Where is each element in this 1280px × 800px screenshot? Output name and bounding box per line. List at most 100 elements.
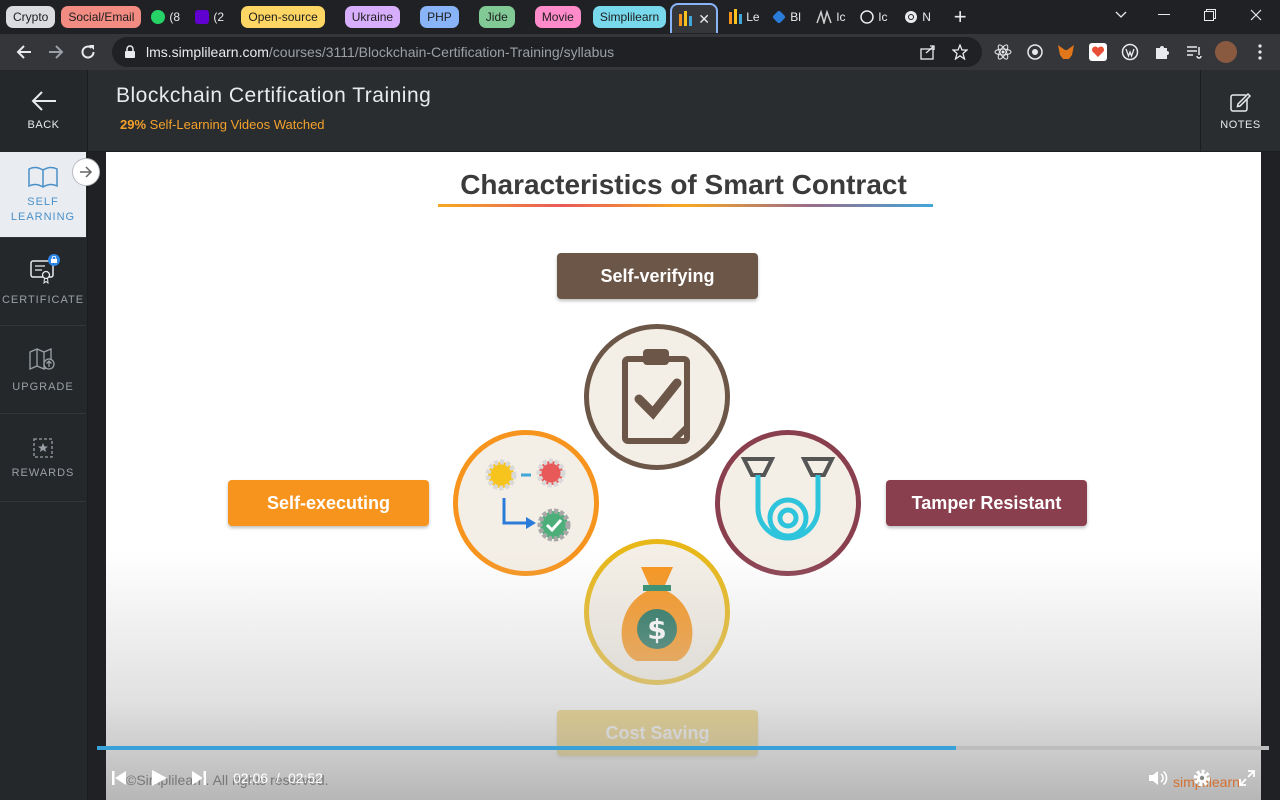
forward-nav-button[interactable] [40,36,72,68]
tab-ic-2[interactable]: Ic [854,3,894,31]
rewards-star-icon [33,437,53,458]
skip-back-button[interactable] [107,766,131,790]
tab-group-social-email[interactable]: Social/Email [61,6,142,28]
reload-button[interactable] [72,36,104,68]
sidebar-item-rewards[interactable]: REWARDS [0,414,86,502]
new-tab-button[interactable]: + [946,3,974,31]
minimize-button[interactable] [1141,0,1187,30]
minimize-icon [1158,14,1170,15]
tab-mail[interactable]: (2 [189,3,229,31]
edit-note-icon [1229,92,1251,112]
tab-group-php[interactable]: PHP [420,6,459,28]
react-devtools-icon[interactable] [993,42,1013,62]
sidebar-item-label: CERTIFICATE [1,293,85,306]
gears-process-icon [453,430,599,576]
browser-toolbar: lms.simplilearn.com/courses/3111/Blockch… [0,34,1280,70]
certificate-icon [28,253,60,286]
sidebar-item-label: REWARDS [11,466,75,479]
share-icon[interactable] [920,44,936,60]
label-tamper-resistant: Tamper Resistant [886,480,1087,526]
back-label: BACK [27,119,60,131]
more-menu-icon[interactable] [1250,42,1270,62]
sidebar-item-certificate[interactable]: CERTIFICATE [0,238,86,326]
course-title: Blockchain Certification Training [116,84,432,107]
tab-ic-2-label: Ic [878,10,888,24]
reload-icon [81,45,95,59]
close-window-button[interactable] [1233,0,1279,30]
arrow-left-icon [31,91,56,111]
lock-icon [125,45,135,58]
tab-group-ukraine[interactable]: Ukraine [344,6,401,28]
tab-group-simplilearn[interactable]: Simplilearn [592,6,667,28]
notes-label: NOTES [1220,119,1261,131]
upgrade-map-icon [29,347,55,370]
record-extension-icon[interactable] [1025,42,1045,62]
play-button[interactable] [147,766,171,790]
tab-group-crypto[interactable]: Crypto [6,6,56,28]
seek-bar[interactable] [97,746,1269,750]
tab-bl[interactable]: Bl [766,3,806,31]
back-nav-button[interactable] [8,36,40,68]
tab-group-jide[interactable]: Jide [478,6,515,28]
gear-icon [1193,769,1211,787]
tab-n-label: N [922,10,931,24]
sidebar-item-upgrade[interactable]: UPGRADE [0,326,86,414]
metamask-fox-icon[interactable] [1056,42,1076,62]
money-bag-icon: $ [584,539,730,685]
extensions-puzzle-icon[interactable] [1152,42,1172,62]
notes-button[interactable]: NOTES [1200,70,1280,152]
video-player[interactable]: Characteristics of Smart Contract Self-v… [106,152,1261,800]
tab-n[interactable]: N [898,3,938,31]
tab-search-button[interactable] [1098,0,1144,30]
close-tab-icon[interactable]: ✕ [698,11,710,28]
profile-avatar[interactable] [1215,41,1237,63]
url-path: /courses/3111/Blockchain-Certification-T… [268,44,615,60]
slide-title: Characteristics of Smart Contract [460,169,907,200]
play-icon [152,770,167,786]
mail-icon [195,10,210,24]
tab-group-open-source[interactable]: Open-source [241,6,325,28]
back-button[interactable]: BACK [0,70,88,152]
skip-forward-button[interactable] [187,766,211,790]
tab-ic-1-label: Ic [836,10,846,24]
tab-le-label: Le [746,10,760,24]
wordpress-icon[interactable] [1120,42,1140,62]
volume-button[interactable] [1146,766,1170,790]
restore-icon [1204,9,1216,21]
tab-strip: Crypto Social/Email (8 (2 Open-source Uk… [0,0,1280,34]
open-book-icon [28,166,58,188]
tab-whatsapp-label: (8 [169,10,181,24]
sidebar-item-label: UPGRADE [12,380,74,393]
chrome-icon [905,11,918,23]
tab-group-movie[interactable]: Movie [534,6,581,28]
playback-time: 02:06 / 02:52 [233,770,323,786]
tab-whatsapp[interactable]: (8 [145,3,185,31]
fullscreen-button[interactable] [1235,766,1259,790]
reading-list-icon[interactable] [1184,42,1204,62]
label-self-executing: Self-executing [228,480,429,526]
settings-button[interactable] [1190,766,1214,790]
heart-extension-icon[interactable] [1088,42,1108,62]
address-bar[interactable]: lms.simplilearn.com/courses/3111/Blockch… [112,37,982,67]
skip-previous-icon [112,771,126,785]
bookmark-star-icon[interactable] [952,44,968,60]
fullscreen-icon [1239,770,1255,786]
tamper-seal-icon [715,430,861,576]
tab-le[interactable]: Le [722,3,762,31]
time-separator: / [276,770,280,786]
expand-sidebar-button[interactable] [72,158,100,186]
url-host: lms.simplilearn.com [146,44,269,60]
tab-mail-label: (2 [213,10,225,24]
ic-logo-icon [816,10,832,24]
sidebar: SELF LEARNING CERTIFICATE UPGRADE REWARD… [0,152,88,800]
simplilearn-bars-icon [679,11,693,26]
progress-text: Self-Learning Videos Watched [149,117,325,132]
tab-ic-1[interactable]: Ic [810,3,850,31]
arrow-right-icon [49,45,64,59]
lock-badge-icon [48,253,60,266]
duration: 02:52 [287,770,323,786]
volume-icon [1149,770,1168,786]
tab-active[interactable]: ✕ [670,3,719,33]
svg-text:$: $ [647,613,666,646]
restore-button[interactable] [1187,0,1233,30]
